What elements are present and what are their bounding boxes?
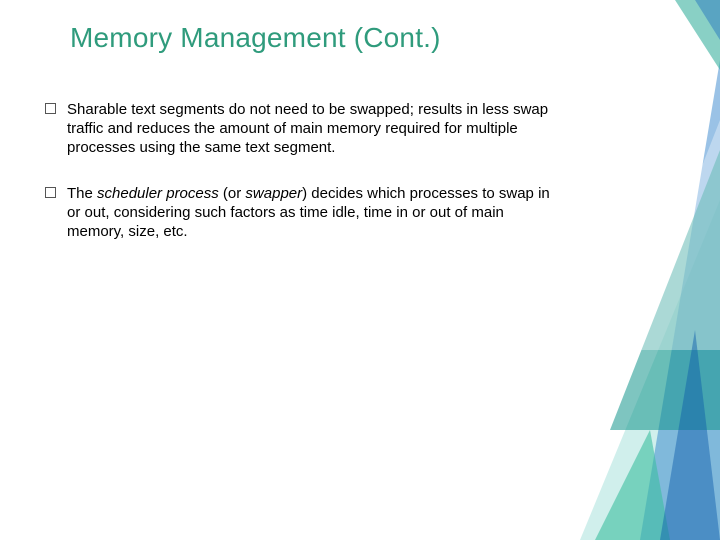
triangles-icon	[460, 0, 720, 540]
slide-body: Sharable text segments do not need to be…	[45, 100, 555, 267]
decorative-art	[460, 0, 720, 540]
slide-title: Memory Management (Cont.)	[70, 22, 441, 54]
bullet-em: swapper	[245, 185, 302, 202]
bullet-item: Sharable text segments do not need to be…	[45, 100, 555, 158]
slide: Memory Management (Cont.) Sharable text …	[0, 0, 720, 540]
bullet-text: The	[67, 185, 97, 202]
bullet-marker-icon	[45, 103, 56, 114]
bullet-item: The scheduler process (or swapper) decid…	[45, 184, 555, 242]
bullet-marker-icon	[45, 187, 56, 198]
bullet-text: Sharable text segments do not need to be…	[67, 101, 548, 156]
bullet-em: scheduler process	[97, 185, 219, 202]
bullet-text: (or	[219, 185, 246, 202]
